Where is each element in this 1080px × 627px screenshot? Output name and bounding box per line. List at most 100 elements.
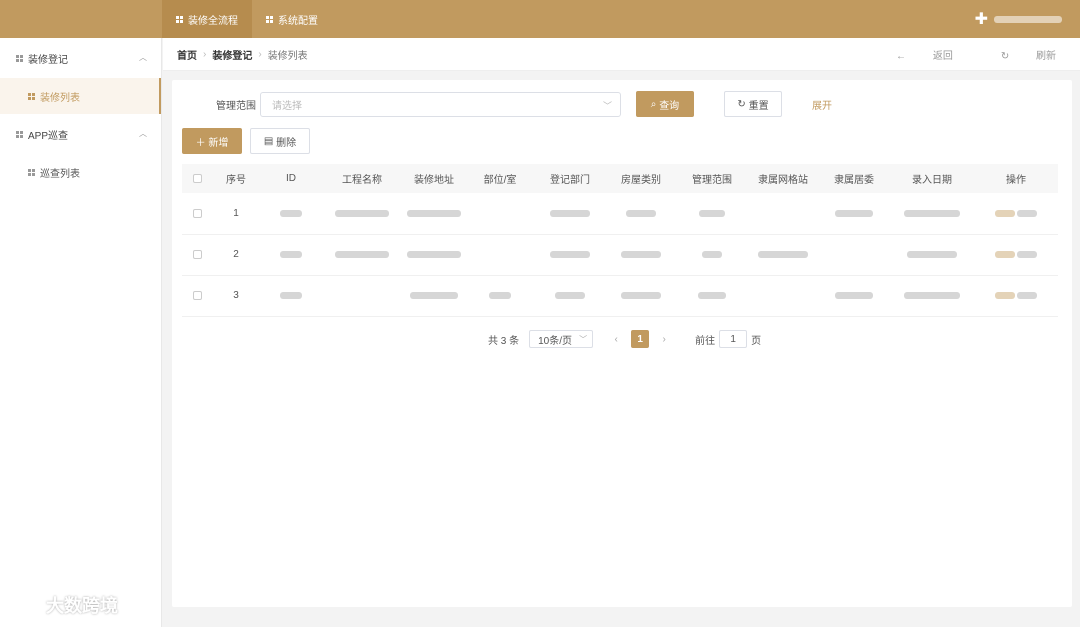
redacted-cell <box>606 234 676 276</box>
chevron-down-icon: ﹀ <box>579 335 588 344</box>
page-size-value: 10条/页 <box>538 335 573 347</box>
refresh-label: 刷新 <box>1036 51 1056 62</box>
sidebar-item-inspection-list[interactable]: 巡查列表 <box>0 154 161 190</box>
redacted-cell <box>606 193 676 235</box>
row-actions[interactable] <box>974 193 1058 235</box>
watermark-logo-icon <box>10 597 40 613</box>
column-header: 装修地址 <box>402 164 466 193</box>
column-header: 隶属居委 <box>818 164 890 193</box>
goto-page-input[interactable] <box>719 330 748 348</box>
column-header: 登记部门 <box>534 164 606 193</box>
tab-renovation-process[interactable]: 装修全流程 <box>162 0 252 38</box>
redacted-cell <box>534 275 606 317</box>
column-header: ID <box>260 164 322 193</box>
reset-button[interactable]: ↻ 重置 <box>724 91 782 117</box>
row-actions[interactable] <box>974 234 1058 276</box>
table-row[interactable]: 1 <box>182 193 1058 235</box>
row-checkbox[interactable] <box>192 290 202 300</box>
redacted-cell <box>402 275 466 317</box>
reset-label: 重置 <box>748 100 769 112</box>
expand-link[interactable]: 展开 <box>812 97 832 112</box>
breadcrumb: 首页 › 装修登记 › 装修列表 ← 返回 ↻ 刷新 <box>163 38 1080 71</box>
add-label: 新增 <box>208 137 229 149</box>
page-unit-label: 页 <box>751 335 762 347</box>
search-button[interactable]: ⌕ 查询 <box>636 91 694 117</box>
username-redacted <box>994 15 1062 23</box>
document-icon: ▤ <box>263 135 277 147</box>
sidebar-item-label: 装修列表 <box>40 92 80 104</box>
tab-system-config[interactable]: 系统配置 <box>252 0 332 38</box>
refresh-icon: ↻ <box>1000 51 1012 62</box>
column-header: 序号 <box>212 164 260 193</box>
filter-label: 管理范围 <box>216 101 256 112</box>
row-checkbox[interactable] <box>192 249 202 259</box>
prev-page-button[interactable]: ‹ <box>607 330 625 348</box>
select-all-cell <box>182 164 212 193</box>
scope-select[interactable]: 请选择 ﹀ <box>260 92 621 117</box>
grid-icon <box>176 15 183 23</box>
column-header: 部位/室 <box>466 164 534 193</box>
redacted-cell <box>260 275 322 317</box>
back-label: 返回 <box>932 51 953 62</box>
redacted-cell <box>606 275 676 317</box>
redacted-cell <box>260 234 322 276</box>
redacted-cell <box>890 275 974 317</box>
top-bar: 装修全流程 系统配置 ✚ <box>0 0 1080 38</box>
delete-button[interactable]: ▤ 删除 <box>250 128 310 154</box>
grid-icon <box>28 168 35 176</box>
empty-cell <box>466 234 534 276</box>
plus-icon: ＋ <box>195 137 209 149</box>
sidebar-group-label: APP巡查 <box>28 130 69 142</box>
page-number-current[interactable]: 1 <box>631 330 650 348</box>
row-checkbox-cell <box>182 193 212 235</box>
redacted-cell <box>818 193 890 235</box>
column-header: 操作 <box>974 164 1058 193</box>
tab-label: 装修全流程 <box>188 15 238 27</box>
sidebar-item-renovation-list[interactable]: 装修列表 <box>0 78 161 114</box>
delete-label: 删除 <box>276 137 297 149</box>
sidebar: 装修登记 ︿ 装修列表 APP巡查 ︿ 巡查列表 <box>0 38 162 627</box>
refresh-button[interactable]: ↻ 刷新 <box>977 47 1056 62</box>
row-checkbox-cell <box>182 275 212 317</box>
user-menu[interactable]: ✚ <box>975 0 1062 38</box>
empty-cell <box>748 193 818 235</box>
row-checkbox[interactable] <box>192 208 202 218</box>
breadcrumb-renovation[interactable]: 装修登记 <box>212 47 252 62</box>
grid-icon <box>28 92 35 100</box>
sidebar-item-label: 巡查列表 <box>40 168 80 180</box>
row-index: 2 <box>212 234 260 276</box>
table-row[interactable]: 2 <box>182 234 1058 276</box>
search-label: 查询 <box>659 100 680 112</box>
column-header: 管理范围 <box>676 164 748 193</box>
search-icon: ⌕ <box>650 98 660 110</box>
redacted-cell <box>322 234 402 276</box>
breadcrumb-home[interactable]: 首页 <box>177 47 197 62</box>
table-row[interactable]: 3 <box>182 275 1058 317</box>
redacted-cell <box>534 193 606 235</box>
row-actions[interactable] <box>974 275 1058 317</box>
empty-cell <box>818 234 890 276</box>
empty-cell <box>748 275 818 317</box>
page-size-select[interactable]: 10条/页 ﹀ <box>529 330 594 348</box>
redacted-cell <box>466 275 534 317</box>
select-all-checkbox[interactable] <box>192 173 202 183</box>
empty-cell <box>466 193 534 235</box>
redacted-cell <box>890 234 974 276</box>
goto-label: 前往 <box>695 335 716 347</box>
add-button[interactable]: ＋ 新增 <box>182 128 242 154</box>
redacted-cell <box>322 193 402 235</box>
empty-cell <box>322 275 402 317</box>
chevron-down-icon: ﹀ <box>602 101 612 111</box>
grid-icon <box>16 54 23 62</box>
sidebar-group-renovation[interactable]: 装修登记 ︿ <box>0 38 161 78</box>
next-page-button[interactable]: › <box>655 330 673 348</box>
pagination: 共 3 条 10条/页 ﹀ ‹ 1 › 前往 页 <box>488 330 761 348</box>
sidebar-group-app-inspection[interactable]: APP巡查 ︿ <box>0 114 161 154</box>
column-header: 录入日期 <box>890 164 974 193</box>
back-button[interactable]: ← 返回 <box>872 47 953 62</box>
arrow-left-icon: ← <box>896 51 909 62</box>
redacted-cell <box>676 234 748 276</box>
redacted-cell <box>818 275 890 317</box>
column-header: 房屋类别 <box>606 164 676 193</box>
grid-icon <box>266 15 273 23</box>
